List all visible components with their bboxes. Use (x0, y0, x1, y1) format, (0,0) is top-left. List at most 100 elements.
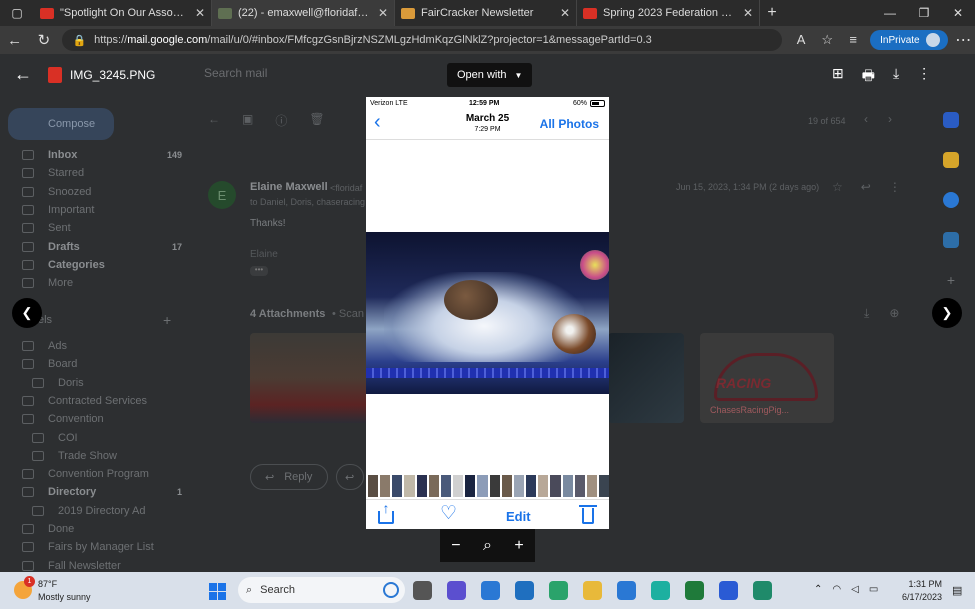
wifi-icon[interactable]: ◠ (832, 584, 841, 595)
nav-item-label: Snoozed (48, 185, 92, 198)
contacts-icon (943, 232, 959, 248)
favorites-icon[interactable]: ≡ (840, 32, 866, 48)
taskbar-app-icon[interactable] (549, 581, 568, 600)
gmail-icon (40, 7, 54, 19)
browser-tab-3[interactable]: FairCracker Newsletter ✕ (395, 0, 577, 26)
taskbar-app-icon[interactable] (515, 581, 534, 600)
previous-attachment-button[interactable]: ❮ (12, 298, 42, 328)
download-all-icon: ⤓ (864, 306, 870, 320)
racing-logo-word: RACING (716, 375, 772, 391)
tab-title: "Spotlight On Our Associates" - (60, 7, 189, 19)
download-icon[interactable]: ⤓ (893, 65, 899, 89)
zoom-in-icon[interactable]: + (514, 537, 523, 555)
taskbar-app-icon[interactable] (413, 581, 432, 600)
animal-figure (444, 280, 498, 320)
more-vert-icon: ⋮ (888, 180, 901, 194)
close-window-icon[interactable]: ✕ (941, 6, 975, 20)
reply-icon: ↩ (860, 180, 871, 194)
browser-menu-icon[interactable]: ⋯ (952, 30, 975, 50)
animal-figure (552, 314, 596, 354)
message-actions: ☆ ↩ ⋮ (832, 180, 901, 194)
tasks-icon (943, 192, 959, 208)
ios-toolbar: ↑ ♡ Edit (366, 499, 609, 529)
reply-label: Reply (284, 471, 313, 483)
taskbar-search[interactable]: ⌕ Search (238, 577, 405, 603)
pig-splash-photo (366, 232, 609, 394)
taskbar-app-icon[interactable] (719, 581, 738, 600)
close-viewer-icon[interactable]: ← (14, 64, 32, 85)
url-host: mail.google.com (127, 34, 208, 46)
filmstrip-thumb (416, 475, 427, 497)
browser-tab-4[interactable]: Spring 2023 Federation Newslett ✕ (577, 0, 760, 26)
zoom-out-icon[interactable]: − (451, 537, 460, 555)
label-name: Done (48, 523, 75, 535)
label-name: Contracted Services (48, 394, 148, 407)
open-with-button[interactable]: Open with ▼ (447, 63, 533, 87)
taskbar-app-icon[interactable] (617, 581, 636, 600)
more-options-icon[interactable]: ⋮ (917, 65, 931, 89)
tab-title: (22) - emaxwell@floridafairs.org (238, 7, 372, 19)
close-tab-icon[interactable]: ✕ (560, 6, 570, 20)
zoom-reset-icon[interactable]: ⌕ (483, 537, 492, 555)
new-tab-icon[interactable]: + (760, 4, 784, 22)
profile-avatar (925, 33, 940, 47)
battery-percent: 60% (572, 100, 587, 107)
tab-actions-icon[interactable]: ▢ (0, 0, 34, 26)
label-item: Convention (22, 411, 182, 427)
nav-item-icon (22, 278, 34, 289)
browser-tab-1[interactable]: "Spotlight On Our Associates" - ✕ (34, 0, 212, 26)
url-field[interactable]: 🔒 https://mail.google.com/mail/u/0/#inbo… (62, 29, 783, 51)
favorite-star-icon[interactable]: ☆ (814, 32, 840, 48)
reply-icon: ↩ (265, 471, 275, 484)
close-tab-icon[interactable]: ✕ (743, 6, 753, 20)
add-addon-icon: + (946, 272, 956, 288)
back-icon[interactable]: ← (0, 32, 29, 49)
close-tab-icon[interactable]: ✕ (378, 6, 388, 20)
taskbar-app-icon[interactable] (753, 581, 772, 600)
read-aloud-icon[interactable]: A (788, 32, 814, 48)
restore-icon[interactable]: ❐ (907, 6, 941, 20)
show-trimmed-button: ••• (250, 266, 268, 276)
tab-title: Spring 2023 Federation Newslett (603, 7, 737, 19)
label-name: Directory (48, 486, 97, 499)
notification-icon[interactable]: ▤ (952, 584, 962, 597)
speaker-icon[interactable]: ◁ (851, 584, 859, 595)
taskbar-app-icon[interactable] (481, 581, 500, 600)
next-attachment-button[interactable]: ❯ (932, 298, 962, 328)
close-tab-icon[interactable]: ✕ (195, 6, 205, 20)
minimize-icon[interactable]: — (873, 6, 907, 20)
filmstrip-thumb (404, 475, 415, 497)
add-label-icon: + (163, 312, 172, 328)
taskbar-app-icon[interactable] (447, 581, 466, 600)
taskbar-time[interactable]: 1:31 PM (908, 579, 942, 589)
attachment-thumbnail-3 (608, 333, 684, 423)
filmstrip-thumb (368, 475, 379, 497)
browser-tab-2[interactable]: (22) - emaxwell@floridafairs.org ✕ (212, 0, 395, 26)
add-to-drive-icon[interactable]: ⊞ (832, 65, 844, 89)
label-item: Contracted Services (22, 393, 182, 409)
taskbar-app-icon[interactable] (651, 581, 670, 600)
taskbar-app-icon[interactable] (583, 581, 602, 600)
chevron-up-icon[interactable]: ⌃ (814, 584, 822, 595)
weather-temperature[interactable]: 87°F (38, 579, 57, 589)
battery-icon[interactable]: ▭ (869, 584, 878, 595)
nav-item: Starred (22, 165, 182, 181)
pdf-favicon-icon (583, 7, 597, 19)
heart-icon: ♡ (440, 503, 458, 524)
windows-start-icon[interactable] (209, 583, 226, 600)
inprivate-button[interactable]: InPrivate (870, 30, 948, 50)
refresh-icon[interactable]: ↻ (29, 31, 58, 49)
taskbar-app-icon[interactable] (685, 581, 704, 600)
label-icon (22, 414, 34, 425)
window-controls: — ❐ ✕ (873, 6, 975, 20)
share-icon: ↑ (377, 500, 395, 524)
weather-condition[interactable]: Mostly sunny (38, 592, 91, 602)
label-item: Directory 1 (22, 484, 182, 500)
label-item: Doris (32, 375, 192, 391)
taskbar-date[interactable]: 6/17/2023 (896, 592, 942, 602)
screen: ▢ "Spotlight On Our Associates" - ✕ (22)… (0, 0, 975, 609)
star-icon: ☆ (832, 180, 843, 194)
label-name: Board (48, 358, 78, 371)
pinned-apps (413, 581, 772, 600)
print-icon[interactable]: 🖶 (862, 65, 875, 89)
